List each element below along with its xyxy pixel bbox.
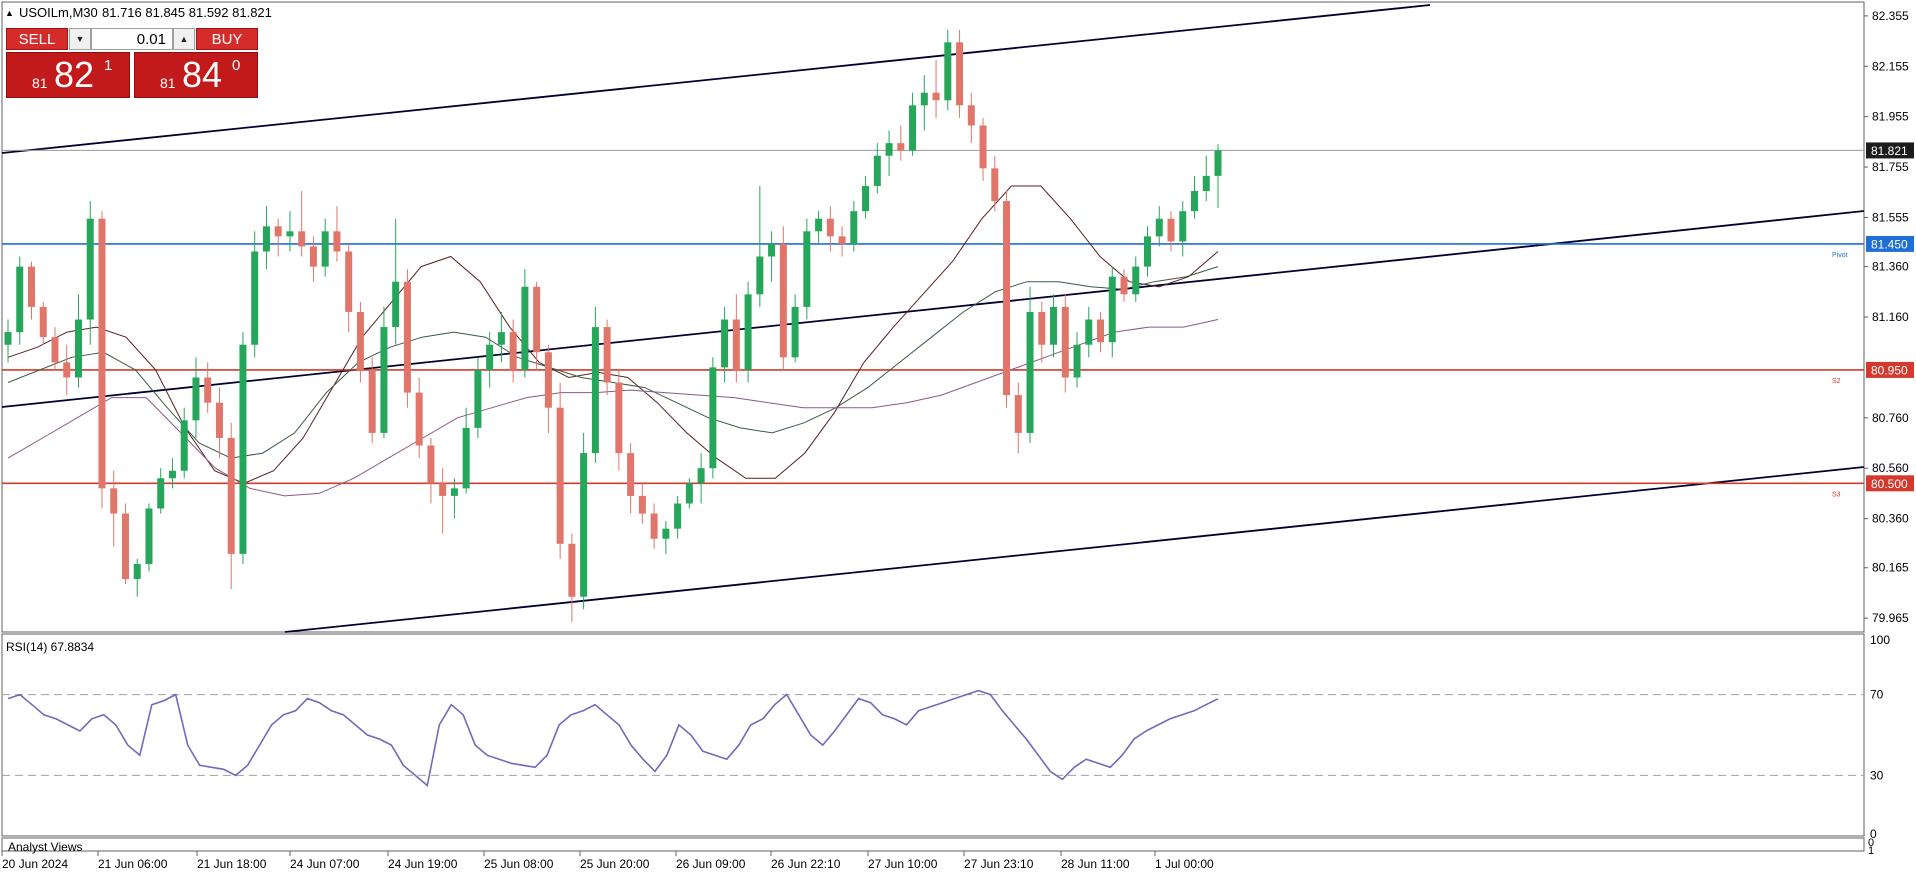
chart-symbol-title: USOILm,M30 [19,5,98,20]
candle[interactable] [403,269,411,408]
price-tag-label-pivot: 81.450 [1871,237,1908,251]
chart-area[interactable]: Pivot S2 S3 82.355 82.155 81.955 81.755 81.555… [0,0,1916,874]
buy-button[interactable]: BUY [196,28,258,50]
candle[interactable] [368,357,376,443]
price-tag-label-current: 81.821 [1871,144,1908,158]
one-click-trading-panel: SELL ▼ ▲ BUY 81 82 1 81 84 0 [6,28,258,98]
price-axis-label: 82.355 [1872,9,1909,23]
volume-decrease-icon[interactable]: ▼ [69,28,91,50]
candle[interactable] [556,382,564,559]
volume-increase-icon[interactable]: ▲ [173,28,195,50]
time-axis-label: 20 Jun 2024 [2,857,68,871]
price-axis-label: 81.360 [1872,260,1909,274]
volume-input[interactable] [91,28,173,50]
time-axis-label: 28 Jun 11:00 [1061,857,1130,871]
candle[interactable] [580,432,588,610]
candle[interactable] [16,256,24,345]
time-axis-label: 25 Jun 20:00 [580,857,650,871]
price-tag-label-s2: 80.950 [1871,363,1908,377]
candle[interactable] [1003,191,1011,408]
price-axis-label: 79.965 [1872,611,1909,625]
time-axis-label: 21 Jun 18:00 [197,857,267,871]
sell-price-big: 82 [54,54,95,95]
price-axis-label: 81.955 [1872,110,1909,124]
time-axis-label: 24 Jun 19:00 [388,857,458,871]
candle[interactable] [121,503,129,585]
trade-controls-row: SELL ▼ ▲ BUY [6,28,258,50]
chart-ohlc: 81.716 81.845 81.592 81.821 [102,5,272,20]
analyst-axis-tick: 1 [1868,845,1874,857]
time-axis-label: 27 Jun 10:00 [868,857,938,871]
candle[interactable] [239,332,247,564]
candle[interactable] [98,211,106,509]
price-tag-label-s3: 80.500 [1871,477,1908,491]
price-axis-label: 82.155 [1872,59,1909,73]
candle[interactable] [145,503,153,572]
candle[interactable] [591,306,599,464]
level-label-s2: S2 [1832,378,1841,385]
sell-price-button[interactable]: 81 82 1 [6,52,130,98]
symbol-dropdown-icon[interactable]: ▲ [5,8,14,18]
buy-price-big: 84 [182,54,223,95]
price-axis-label: 80.165 [1872,561,1909,575]
level-label-pivot: Pivot [1832,252,1848,259]
candle[interactable] [956,29,964,118]
rsi-axis-label: 70 [1870,688,1884,702]
time-axis-label: 27 Jun 23:10 [964,857,1034,871]
sell-price-sup: 1 [104,57,113,74]
time-axis-label: 26 Jun 09:00 [676,857,746,871]
price-axis-label: 81.555 [1872,210,1909,224]
price-axis-label: 80.360 [1872,512,1909,526]
candle[interactable] [709,357,717,479]
price-axis-label: 80.560 [1872,461,1909,475]
candle[interactable] [803,218,811,320]
level-label-s3: S3 [1832,491,1841,498]
price-axis-label: 81.755 [1872,160,1909,174]
time-axis-label: 25 Jun 08:00 [484,857,554,871]
time-axis-label: 26 Jun 22:10 [771,857,841,871]
time-axis-label: 24 Jun 07:00 [290,857,360,871]
price-axis-label: 81.160 [1872,310,1909,324]
analyst-views-title: Analyst Views [8,840,82,854]
sell-price-small: 81 [32,75,48,91]
rsi-axis-label: 100 [1870,633,1890,647]
buy-price-button[interactable]: 81 84 0 [134,52,258,98]
rsi-title: RSI(14) 67.8834 [6,640,94,654]
price-axis-label: 80.760 [1872,411,1909,425]
time-axis-label: 1 Jul 00:00 [1155,857,1214,871]
candle[interactable] [779,226,787,370]
candle[interactable] [744,281,752,383]
time-axis-label: 21 Jun 06:00 [98,857,168,871]
sell-button[interactable]: SELL [6,28,68,50]
buy-price-small: 81 [160,75,176,91]
rsi-axis-label: 30 [1870,768,1884,782]
buy-price-sup: 0 [232,57,241,74]
